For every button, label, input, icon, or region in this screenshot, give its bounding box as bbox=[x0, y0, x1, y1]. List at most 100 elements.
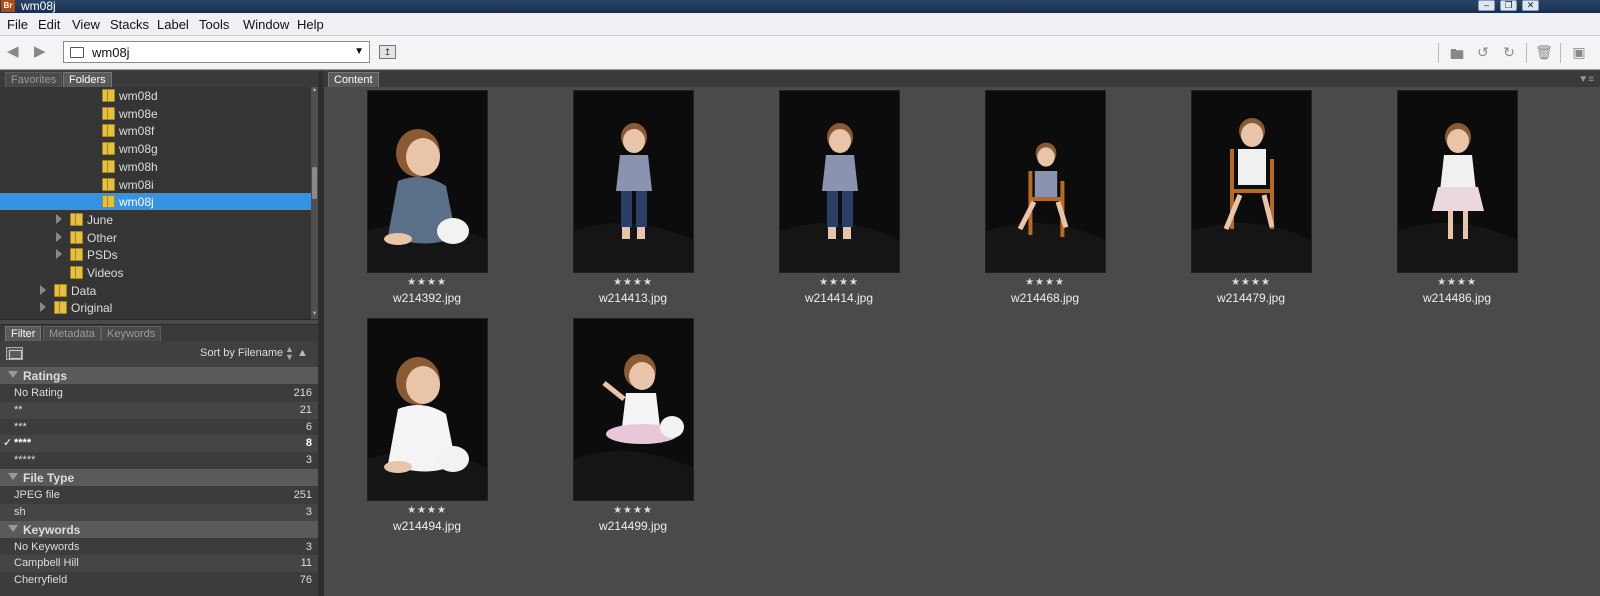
rotate-left-icon[interactable]: ↺ bbox=[1474, 44, 1492, 61]
folder-tree-item[interactable]: wm08j bbox=[0, 193, 311, 211]
filter-row[interactable]: *** 6 bbox=[0, 419, 318, 436]
star-rating[interactable]: ★★★★ bbox=[530, 277, 736, 288]
thumbnail-item[interactable]: ★★★★ w214479.jpg bbox=[1148, 87, 1354, 313]
path-dropdown[interactable]: wm08j ▼ bbox=[63, 41, 370, 63]
thumbnail-image[interactable] bbox=[367, 318, 488, 501]
filter-section-title: Keywords bbox=[23, 522, 81, 537]
menu-label[interactable]: Label bbox=[157, 17, 189, 32]
folder-tree-item[interactable]: wm08h bbox=[0, 158, 311, 175]
expand-arrow-icon[interactable] bbox=[56, 231, 62, 242]
compact-mode-icon[interactable]: ▣ bbox=[1570, 44, 1588, 61]
sort-dropdown[interactable]: Sort by Filename bbox=[200, 347, 283, 359]
thumbnail-item[interactable]: ★★★★ w214494.jpg bbox=[324, 315, 530, 541]
folder-tree-item[interactable]: wm08e bbox=[0, 105, 311, 122]
rotate-right-icon[interactable]: ↻ bbox=[1500, 44, 1518, 61]
thumbnail-item[interactable]: ★★★★ w214499.jpg bbox=[530, 315, 736, 541]
star-rating[interactable]: ★★★★ bbox=[942, 277, 1148, 288]
menu-file[interactable]: File bbox=[7, 17, 28, 32]
filter-row[interactable]: JPEG file 251 bbox=[0, 487, 318, 504]
folder-tree-scrollbar[interactable]: ▲ ▼ bbox=[311, 87, 318, 319]
folder-tree-item[interactable]: wm08g bbox=[0, 140, 311, 157]
folder-tree-item[interactable]: Other bbox=[0, 229, 311, 246]
star-rating[interactable]: ★★★★ bbox=[530, 505, 736, 516]
folder-tree-item[interactable]: wm08d bbox=[0, 87, 311, 104]
filter-section-header[interactable]: File Type bbox=[0, 469, 318, 486]
filter-menu-icon[interactable] bbox=[6, 347, 23, 360]
thumbnail-item[interactable]: ★★★★ w214468.jpg bbox=[942, 87, 1148, 313]
scrollbar-thumb[interactable] bbox=[312, 167, 317, 199]
tab-metadata[interactable]: Metadata bbox=[43, 326, 101, 341]
folder-icon bbox=[70, 230, 83, 244]
thumbnail-image[interactable] bbox=[1397, 90, 1518, 273]
filter-row[interactable]: sh 3 bbox=[0, 503, 318, 521]
thumbnail-item[interactable]: ★★★★ w214392.jpg bbox=[324, 87, 530, 313]
filter-row[interactable]: ** 21 bbox=[0, 401, 318, 419]
menu-view[interactable]: View bbox=[72, 17, 100, 32]
expand-arrow-icon[interactable] bbox=[40, 284, 46, 295]
expand-arrow-icon[interactable] bbox=[56, 213, 62, 224]
folder-tree-item[interactable]: Videos bbox=[0, 264, 311, 281]
folder-label: PSDs bbox=[87, 248, 118, 263]
filter-row[interactable]: ***** 3 bbox=[0, 452, 318, 469]
sort-arrows-icon[interactable]: ▲ ▼ bbox=[285, 345, 294, 362]
trash-icon[interactable]: 🗑 bbox=[1535, 44, 1553, 61]
folder-label: Other bbox=[87, 230, 118, 245]
restore-icon[interactable]: ❐ bbox=[1500, 0, 1517, 11]
thumbnail-image[interactable] bbox=[985, 90, 1106, 273]
menu-stacks[interactable]: Stacks bbox=[110, 17, 149, 32]
close-icon[interactable]: ✕ bbox=[1522, 0, 1539, 11]
new-folder-icon[interactable]: 🖿 bbox=[1448, 44, 1466, 62]
filter-row[interactable]: No Rating 216 bbox=[0, 385, 318, 402]
folder-tree-item[interactable]: wm08i bbox=[0, 176, 311, 193]
folder-tree-item[interactable]: Original bbox=[0, 299, 311, 316]
star-rating[interactable]: ★★★★ bbox=[324, 505, 530, 516]
thumbnail-image[interactable] bbox=[573, 318, 694, 501]
filter-row[interactable]: Campbell Hill 11 bbox=[0, 555, 318, 573]
star-rating[interactable]: ★★★★ bbox=[324, 277, 530, 288]
filter-section-header[interactable]: Ratings bbox=[0, 367, 318, 384]
filter-row[interactable]: Cherryfield 76 bbox=[0, 572, 318, 589]
expand-arrow-icon[interactable] bbox=[40, 302, 46, 313]
tab-folders[interactable]: Folders bbox=[63, 72, 112, 87]
collapse-arrow-icon[interactable] bbox=[8, 371, 18, 378]
filter-count: 3 bbox=[305, 540, 312, 553]
star-rating[interactable]: ★★★★ bbox=[1354, 277, 1560, 288]
thumbnail-image[interactable] bbox=[779, 90, 900, 273]
tab-keywords[interactable]: Keywords bbox=[101, 326, 162, 341]
filter-row[interactable]: No Keywords 3 bbox=[0, 539, 318, 556]
menu-tools[interactable]: Tools bbox=[199, 17, 229, 32]
filter-section-header[interactable]: Keywords bbox=[0, 520, 318, 538]
thumbnail-item[interactable]: ★★★★ w214413.jpg bbox=[530, 87, 736, 313]
star-rating[interactable]: ★★★★ bbox=[1148, 277, 1354, 288]
thumbnail-image[interactable] bbox=[367, 90, 488, 273]
folder-tree-item[interactable]: Data bbox=[0, 282, 311, 299]
chevron-down-icon[interactable]: ▼ bbox=[354, 46, 364, 57]
thumbnail-item[interactable]: ★★★★ w214486.jpg bbox=[1354, 87, 1560, 313]
collapse-arrow-icon[interactable] bbox=[8, 524, 18, 532]
tab-content[interactable]: Content bbox=[328, 72, 379, 87]
folder-tree-item[interactable]: PSDs bbox=[0, 246, 311, 263]
minimize-icon[interactable]: – bbox=[1478, 0, 1495, 11]
folder-tree-item[interactable]: June bbox=[0, 211, 311, 228]
panel-menu-icon[interactable]: ▼≡ bbox=[1578, 74, 1594, 85]
filter-row[interactable]: ✓ **** 8 bbox=[0, 435, 318, 453]
menu-edit[interactable]: Edit bbox=[38, 17, 60, 32]
folder-tree-item[interactable]: wm08f bbox=[0, 122, 311, 139]
collapse-arrow-icon[interactable] bbox=[8, 473, 18, 480]
scroll-up-icon[interactable]: ▲ bbox=[311, 87, 318, 95]
menu-window[interactable]: Window bbox=[243, 17, 289, 32]
expand-arrow-icon[interactable] bbox=[56, 249, 62, 260]
tab-favorites[interactable]: Favorites bbox=[5, 72, 63, 87]
up-folder-icon[interactable]: ↥ bbox=[379, 45, 396, 59]
thumbnail-item[interactable]: ★★★★ w214414.jpg bbox=[736, 87, 942, 313]
scroll-down-icon[interactable]: ▼ bbox=[311, 311, 318, 319]
menu-help[interactable]: Help bbox=[297, 17, 324, 32]
thumbnail-image[interactable] bbox=[1191, 90, 1312, 273]
star-rating[interactable]: ★★★★ bbox=[736, 277, 942, 288]
filter-label: Campbell Hill bbox=[14, 557, 79, 570]
forward-arrow-icon[interactable]: ▶ bbox=[34, 44, 52, 59]
thumbnail-image[interactable] bbox=[573, 90, 694, 273]
sort-direction-icon[interactable]: ▲ bbox=[297, 347, 308, 359]
tab-filter[interactable]: Filter bbox=[5, 326, 42, 341]
back-arrow-icon[interactable]: ◀ bbox=[7, 44, 25, 59]
